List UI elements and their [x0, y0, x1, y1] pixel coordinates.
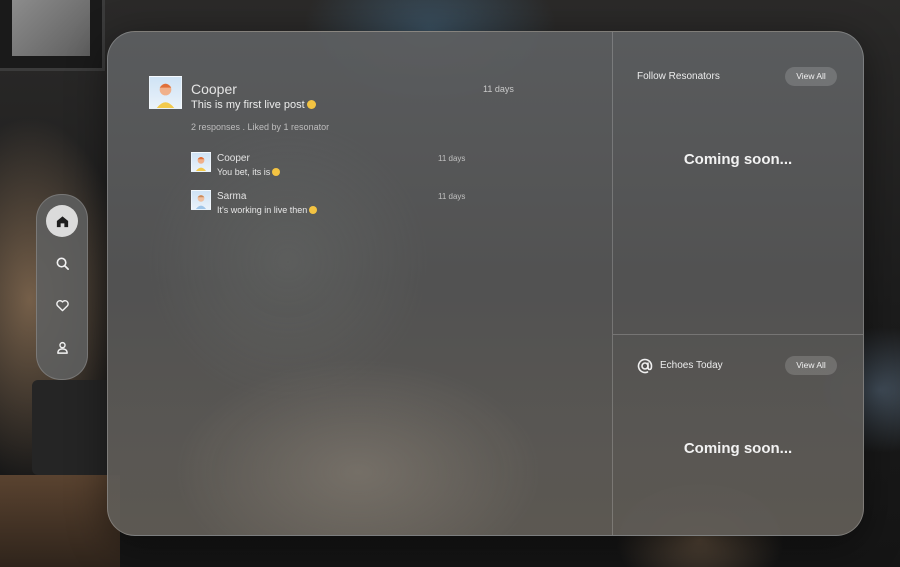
side-navigation [36, 194, 88, 380]
search-icon [56, 257, 69, 270]
echoes-coming-soon: Coming soon... [683, 440, 793, 457]
reply-text-content: You bet, its is [217, 167, 271, 177]
main-panel: Cooper 11 days This is my first live pos… [107, 31, 864, 536]
post-text: This is my first live post [191, 99, 316, 111]
reply-author-name[interactable]: Cooper [217, 153, 250, 164]
feed: Cooper 11 days This is my first live pos… [108, 32, 612, 535]
post-timestamp: 11 days [483, 84, 514, 94]
grinning-emoji-icon [272, 168, 281, 176]
reply-timestamp: 11 days [438, 154, 466, 163]
nav-search-button[interactable] [46, 247, 78, 279]
user-icon [56, 341, 68, 354]
reply-text: It's working in live then [217, 205, 318, 215]
nav-likes-button[interactable] [46, 289, 78, 321]
reply-item: Sarma 11 days It's working in live then [191, 190, 471, 220]
follow-coming-soon: Coming soon... [683, 151, 793, 168]
post-author-name[interactable]: Cooper [191, 81, 237, 97]
at-icon [637, 358, 653, 374]
echoes-view-all-button[interactable]: View All [785, 356, 837, 375]
grinning-emoji-icon [306, 100, 316, 109]
winking-emoji-icon [309, 206, 318, 214]
reply-author-name[interactable]: Sarma [217, 191, 246, 202]
background-picture-frame [0, 0, 105, 71]
home-icon [56, 215, 68, 227]
reply-timestamp: 11 days [438, 192, 466, 201]
post-meta[interactable]: 2 responses . Liked by 1 resonator [191, 122, 329, 132]
post-author-avatar[interactable] [149, 76, 182, 109]
reply-author-avatar[interactable] [191, 190, 211, 210]
follow-resonators-title: Follow Resonators [637, 71, 720, 82]
follow-view-all-button[interactable]: View All [785, 67, 837, 86]
reply-text: You bet, its is [217, 167, 281, 177]
echoes-today-section: Echoes Today View All Coming soon... [613, 335, 863, 535]
echoes-today-title: Echoes Today [660, 360, 723, 371]
reply-author-avatar[interactable] [191, 152, 211, 172]
nav-profile-button[interactable] [46, 331, 78, 363]
background-shelf [0, 475, 120, 567]
background-plant-pot [32, 380, 112, 475]
follow-resonators-section: Follow Resonators View All Coming soon..… [613, 32, 863, 334]
reply-text-content: It's working in live then [217, 205, 308, 215]
heart-icon [55, 299, 69, 311]
post-text-content: This is my first live post [191, 99, 305, 111]
reply-item: Cooper 11 days You bet, its is [191, 152, 471, 182]
nav-home-button[interactable] [46, 205, 78, 237]
